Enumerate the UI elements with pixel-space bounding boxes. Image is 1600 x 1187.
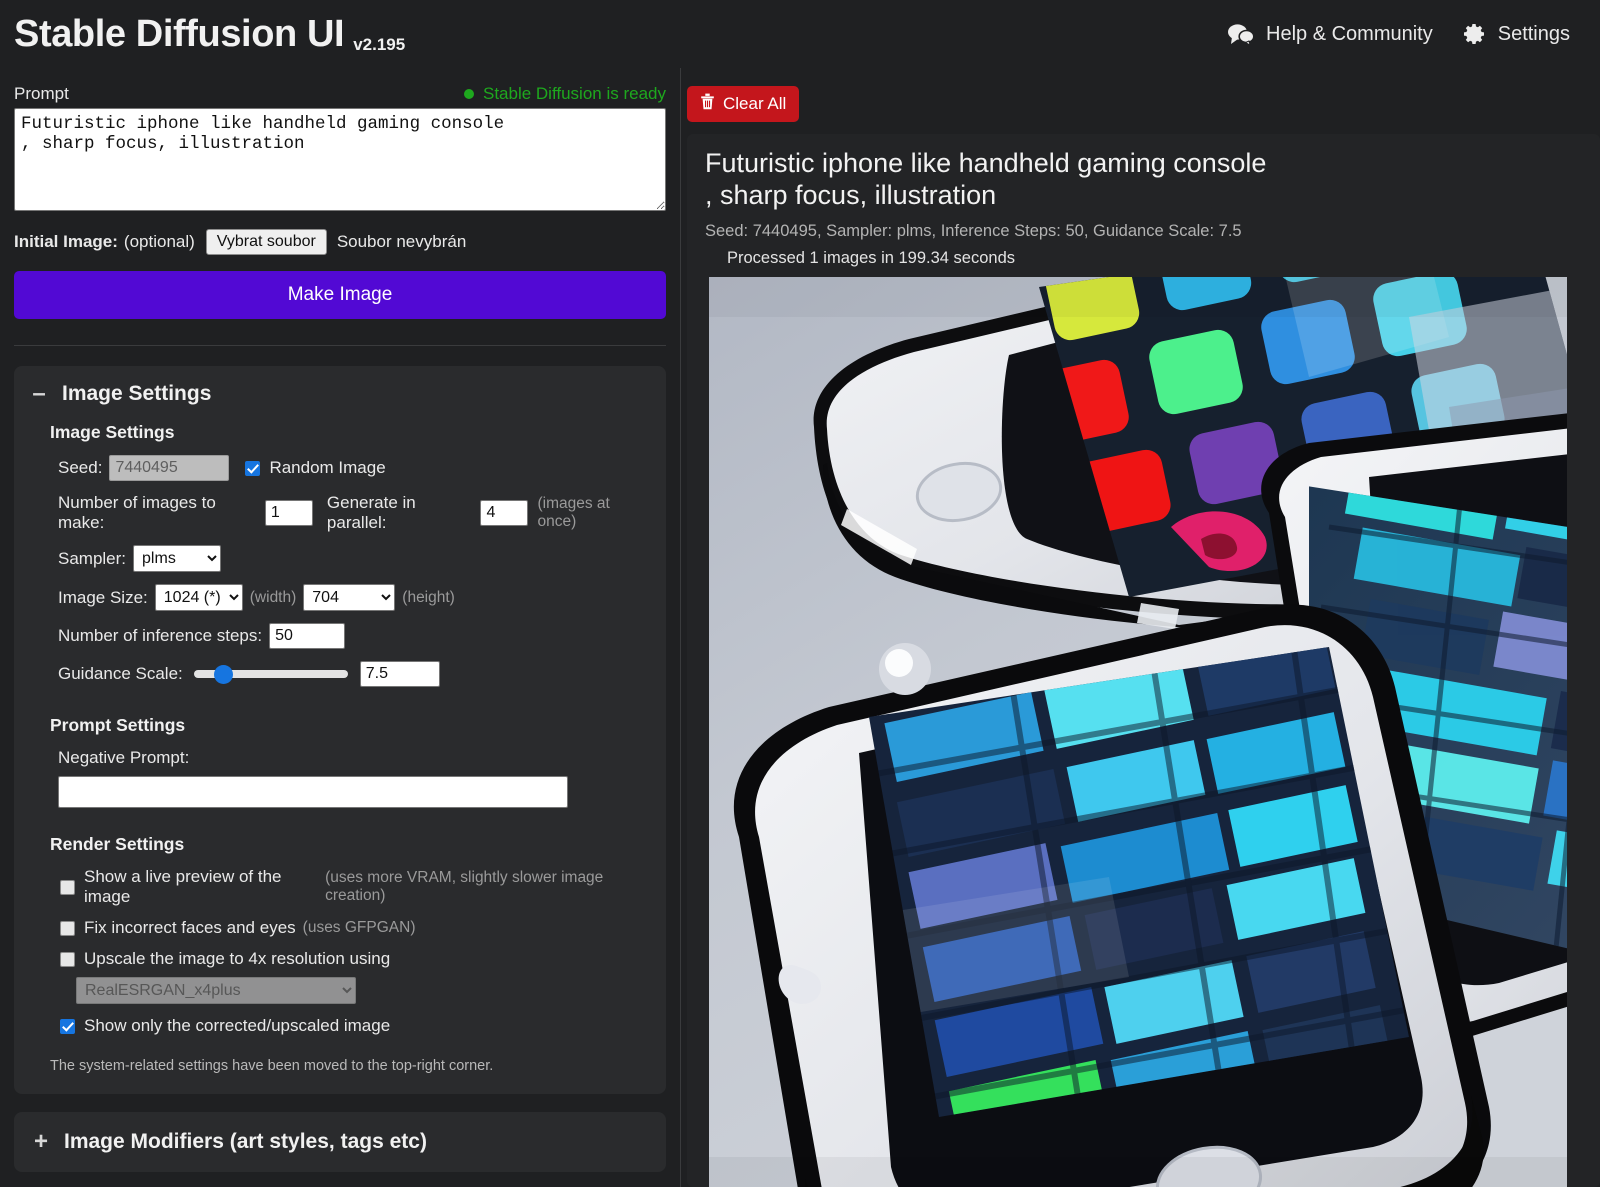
chat-bubbles-icon <box>1227 23 1255 45</box>
image-modifiers-panel-header[interactable]: + Image Modifiers (art styles, tags etc) <box>32 1130 648 1154</box>
random-image-checkbox[interactable] <box>245 460 261 476</box>
generated-image[interactable] <box>709 276 1567 1187</box>
height-hint: (height) <box>402 588 455 606</box>
result-title: Futuristic iphone like handheld gaming c… <box>705 148 1267 210</box>
inference-steps-row: Number of inference steps: <box>58 623 648 649</box>
settings-link[interactable]: Settings <box>1463 22 1570 46</box>
sampler-row: Sampler: plmsddimheuneulereuler_adpm2dpm… <box>58 545 648 572</box>
seed-row: Seed: Random Image <box>58 455 648 481</box>
prompt-label: Prompt <box>14 84 69 103</box>
generate-in-parallel-input[interactable] <box>480 500 529 526</box>
status-dot-icon <box>463 89 474 99</box>
image-size-label: Image Size: <box>58 587 148 607</box>
main-body: Prompt Stable Diffusion is ready Initial… <box>0 68 1600 1187</box>
brand-version: v2.195 <box>353 35 406 54</box>
image-modifiers-panel: + Image Modifiers (art styles, tags etc) <box>14 1112 666 1172</box>
generate-in-parallel-label: Generate in parallel: <box>326 493 416 532</box>
header-actions: Help & Community Settings <box>1227 22 1570 46</box>
image-settings-panel-title: Image Settings <box>62 382 212 405</box>
negative-prompt-label: Negative Prompt: <box>58 748 190 767</box>
guidance-scale-input[interactable] <box>359 661 440 687</box>
width-hint: (width) <box>249 588 297 606</box>
right-panel: Clear All Futuristic iphone like handhel… <box>681 68 1600 1187</box>
system-settings-note: The system-related settings have been mo… <box>50 1058 494 1074</box>
result-processed-text: Processed 1 images in 199.34 seconds <box>727 248 1016 267</box>
inference-steps-input[interactable] <box>269 623 346 649</box>
image-size-row: Image Size: 1281922563203844485125766407… <box>58 584 648 611</box>
number-of-images-input[interactable] <box>264 500 313 526</box>
fix-faces-hint: (uses GFPGAN) <box>302 919 416 936</box>
clear-all-label: Clear All <box>723 94 787 113</box>
prompt-settings-section-title: Prompt Settings <box>50 715 186 735</box>
gear-icon <box>1463 22 1487 46</box>
random-image-label: Random Image <box>269 458 386 477</box>
show-only-upscaled-label: Show only the corrected/upscaled image <box>84 1016 391 1035</box>
image-settings-panel-body: Image Settings Seed: Random Image Number… <box>30 406 648 1074</box>
image-settings-panel: – Image Settings Image Settings Seed: Ra… <box>14 366 666 1094</box>
number-of-images-row: Number of images to make: Generate in pa… <box>58 493 648 533</box>
fix-faces-row: Fix incorrect faces and eyes (uses GFPGA… <box>60 918 648 938</box>
initial-image-label: Initial Image: <box>14 232 118 251</box>
prompt-header-row: Prompt Stable Diffusion is ready <box>14 68 666 108</box>
left-panel: Prompt Stable Diffusion is ready Initial… <box>0 68 681 1187</box>
clear-all-button[interactable]: Clear All <box>687 86 800 122</box>
guidance-scale-slider[interactable] <box>193 670 348 678</box>
app-root: Stable Diffusion UI v2.195 Help & Commun… <box>0 0 1600 1187</box>
live-preview-checkbox[interactable] <box>60 879 75 895</box>
upscale-row: Upscale the image to 4x resolution using <box>60 949 648 969</box>
image-settings-section-title: Image Settings <box>50 422 175 442</box>
number-of-images-label: Number of images to make: <box>58 493 216 532</box>
make-image-button[interactable]: Make Image <box>14 271 666 319</box>
sampler-label: Sampler: <box>58 548 127 568</box>
show-only-upscaled-row: Show only the corrected/upscaled image <box>60 1016 648 1036</box>
seed-label: Seed: <box>58 458 103 477</box>
image-width-select[interactable]: 1281922563203844485125766407047688328969… <box>154 584 243 611</box>
parallel-hint: (images at once) <box>537 495 610 530</box>
guidance-scale-slider-wrap <box>193 661 440 687</box>
status-text: Stable Diffusion is ready <box>482 84 666 103</box>
seed-input[interactable] <box>109 455 230 481</box>
image-modifiers-panel-title: Image Modifiers (art styles, tags etc) <box>64 1130 427 1153</box>
live-preview-label: Show a live preview of the image <box>84 867 282 906</box>
result-metadata: Seed: 7440495, Sampler: plms, Inference … <box>705 221 1242 240</box>
app-header: Stable Diffusion UI v2.195 Help & Commun… <box>0 0 1600 68</box>
minus-icon[interactable]: – <box>30 382 48 406</box>
image-height-select[interactable]: 1281922563203844485125766407047688328969… <box>303 584 396 611</box>
status-badge: Stable Diffusion is ready <box>463 84 666 104</box>
no-file-selected-text: Soubor nevybrán <box>336 232 467 251</box>
initial-image-optional-text: (optional) <box>123 232 195 251</box>
sampler-select[interactable]: plmsddimheuneulereuler_adpm2dpm2_alms <box>133 545 222 572</box>
initial-image-row: Initial Image: (optional) Vybrat soubor … <box>14 229 666 255</box>
show-only-upscaled-checkbox[interactable] <box>60 1018 75 1034</box>
help-and-community-link[interactable]: Help & Community <box>1227 23 1433 46</box>
plus-icon[interactable]: + <box>32 1130 50 1154</box>
fix-faces-label: Fix incorrect faces and eyes <box>84 918 296 937</box>
fix-faces-checkbox[interactable] <box>60 920 75 936</box>
negative-prompt-input[interactable] <box>58 776 568 808</box>
trash-icon <box>700 93 715 115</box>
upscale-model-select[interactable]: RealESRGAN_x4plusRealESRGAN_x4plus_anime… <box>76 977 356 1004</box>
upscale-checkbox[interactable] <box>60 951 75 967</box>
prompt-input[interactable] <box>14 108 666 211</box>
guidance-scale-label: Guidance Scale: <box>58 664 183 683</box>
guidance-scale-row: Guidance Scale: <box>58 661 648 687</box>
brand-title: Stable Diffusion UI <box>14 13 345 55</box>
page-title: Stable Diffusion UI v2.195 <box>14 13 406 55</box>
result-card: Futuristic iphone like handheld gaming c… <box>687 134 1600 1187</box>
settings-label: Settings <box>1497 22 1570 45</box>
render-settings-section-title: Render Settings <box>50 834 185 854</box>
divider <box>14 345 666 346</box>
upscale-label: Upscale the image to 4x resolution using <box>84 949 391 968</box>
live-preview-hint: (uses more VRAM, slightly slower image c… <box>325 869 604 904</box>
choose-file-button[interactable]: Vybrat soubor <box>205 229 327 255</box>
help-and-community-label: Help & Community <box>1266 22 1433 45</box>
inference-steps-label: Number of inference steps: <box>58 626 263 645</box>
live-preview-row: Show a live preview of the image (uses m… <box>60 867 648 907</box>
image-settings-panel-header[interactable]: – Image Settings <box>30 382 648 406</box>
